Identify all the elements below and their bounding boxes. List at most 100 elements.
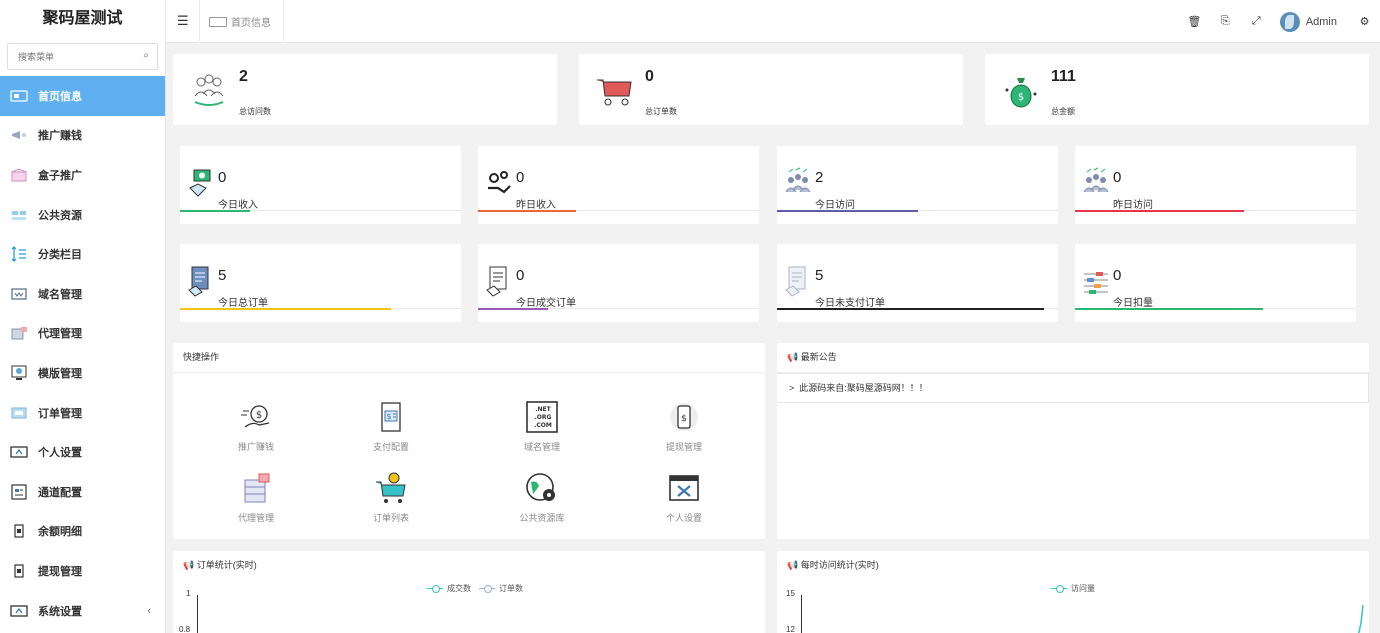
menu-toggle-icon[interactable]: ☰ [177, 13, 189, 29]
legend-marker[interactable] [479, 584, 495, 593]
sidebar-item-label: 订单管理 [38, 407, 82, 420]
cart-icon [597, 79, 632, 106]
sidebar-item-resources[interactable]: 公共资源 [0, 195, 165, 235]
stat-value: 0 [218, 169, 227, 186]
app-title: 聚码屋测试 [42, 10, 123, 27]
sidebar-item-label: 分类栏目 [38, 249, 82, 262]
sidebar-item-categories[interactable]: 分类栏目 [0, 234, 165, 274]
user-menu[interactable]: Admin [1272, 11, 1349, 32]
legend-marker[interactable] [427, 584, 443, 593]
notice-item[interactable]: > 此源码来自:聚码屋源码网！！！ [777, 373, 1369, 403]
quick-label: 个人设置 [665, 513, 702, 523]
stat-card-total-amount: $ 111 总金额 [985, 54, 1369, 125]
legend-label[interactable]: 订单数 [499, 583, 523, 594]
stat-value: 5 [218, 267, 227, 284]
quick-public-resources[interactable]: 公共资源库 [487, 472, 597, 524]
trash-icon[interactable]: 🗑 [1179, 15, 1210, 28]
quick-domain-manage[interactable]: .NET .ORG .COM 域名管理 [487, 401, 597, 453]
server-icon [244, 473, 270, 503]
phone-money-icon: $ [670, 403, 698, 431]
sidebar-item-label: 系统设置 [38, 605, 82, 618]
quick-withdraw-manage[interactable]: $ 提现管理 [629, 401, 739, 453]
stat-card-yesterday-income: 0 昨日收入 [478, 146, 759, 224]
stat-value: 111 [1051, 68, 1076, 85]
quick-actions-panel: 快捷操作 $ 推广赚钱 $ 支付配置 .NET .ORG .COM 域名管理 $… [173, 343, 765, 539]
legend-marker[interactable] [1051, 584, 1067, 593]
quick-payment-config[interactable]: $ 支付配置 [336, 401, 446, 453]
sidebar-item-promote[interactable]: 推广赚钱 [0, 116, 165, 156]
order-doc-icon [785, 266, 806, 297]
sidebar-item-orders[interactable]: 订单管理 [0, 393, 165, 433]
svg-text:.COM: .COM [534, 422, 552, 429]
chart-legend: 访问量 [1043, 583, 1095, 594]
stat-card-today-completed-orders: 0 今日成交订单 [478, 244, 759, 322]
fullscreen-icon[interactable]: ⤢ [1241, 15, 1272, 28]
tab-home[interactable]: 首页信息 [199, 0, 284, 43]
sidebar-item-profile[interactable]: 个人设置 [0, 432, 165, 472]
stat-card-today-visits: 2 今日访问 [777, 146, 1058, 224]
y-tick: 15 [786, 589, 795, 598]
settings-gear-icon[interactable]: ⚙ [1349, 15, 1380, 28]
search-icon[interactable]: ⌕ [143, 50, 149, 61]
stat-label: 今日收入 [218, 200, 258, 211]
y-tick: 0.8 [179, 625, 191, 633]
sidebar-item-balance[interactable]: 余额明细 [0, 512, 165, 552]
y-tick: 1 [186, 589, 191, 598]
sidebar-item-label: 通道配置 [38, 486, 82, 499]
sliders-icon [1084, 272, 1108, 294]
tools-window-icon [669, 475, 699, 501]
collapse-arrow-icon[interactable]: ‹ [147, 605, 151, 617]
sidebar-item-withdraw[interactable]: 提现管理 [0, 551, 165, 591]
svg-text:$: $ [386, 412, 391, 421]
top-header: ☰ 首页信息 🗑 ⎘ ⤢ Admin ⚙ [166, 0, 1380, 43]
quick-order-list[interactable]: 订单列表 [336, 472, 446, 524]
quick-promote[interactable]: $ 推广赚钱 [201, 401, 311, 453]
sidebar-item-agents[interactable]: 代理管理 [0, 314, 165, 354]
stat-card-total-orders: 0 总订单数 [579, 54, 963, 125]
notice-text: 此源码来自:聚码屋源码网！！！ [799, 383, 928, 393]
svg-text:.NET: .NET [535, 406, 551, 413]
quick-label: 推广赚钱 [237, 442, 274, 452]
stat-value: 2 [239, 68, 248, 85]
menu-search[interactable]: ⌕ [7, 43, 158, 70]
stat-card-today-unpaid-orders: 5 今日未支付订单 [777, 244, 1058, 322]
sidebar-item-label: 盒子推广 [38, 169, 82, 182]
progress-bar [777, 210, 918, 212]
legend-label[interactable]: 成交数 [447, 583, 471, 594]
stat-card-today-income: 0 今日收入 [180, 146, 461, 224]
order-doc-icon [188, 266, 209, 297]
sidebar-item-label: 域名管理 [38, 288, 82, 301]
panel-title: 每时访问统计(实时) [800, 560, 879, 570]
quick-personal-settings[interactable]: 个人设置 [629, 472, 739, 524]
search-input[interactable] [8, 44, 157, 69]
sidebar-item-channels[interactable]: 通道配置 [0, 472, 165, 512]
person-settings-icon [10, 445, 28, 459]
sidebar-item-home[interactable]: 首页信息 [0, 76, 165, 116]
sidebar-item-system[interactable]: 系统设置 ‹ [0, 591, 165, 631]
quick-label: 公共资源库 [519, 513, 565, 523]
stat-value: 2 [815, 169, 824, 186]
stat-label: 总访问数 [239, 107, 271, 116]
stat-card-yesterday-visits: 0 昨日访问 [1075, 146, 1356, 224]
tab-label: 首页信息 [231, 18, 271, 29]
income-hand-icon [189, 169, 211, 197]
sidebar-item-templates[interactable]: 模版管理 [0, 353, 165, 393]
sort-icon [10, 246, 28, 263]
stat-value: 0 [516, 169, 525, 186]
stat-label: 昨日收入 [516, 200, 556, 211]
system-settings-icon [10, 604, 28, 618]
visitors-icon [194, 74, 224, 106]
stat-value: 0 [1113, 267, 1122, 284]
stat-label: 今日未支付订单 [815, 298, 885, 309]
home-card-icon [10, 89, 28, 103]
panel-title: 快捷操作 [173, 343, 765, 373]
sidebar-item-box-promo[interactable]: 盒子推广 [0, 155, 165, 195]
agent-icon [10, 326, 28, 340]
progress-bar [478, 308, 549, 310]
sidebar-item-domains[interactable]: 域名管理 [0, 274, 165, 314]
legend-label[interactable]: 访问量 [1071, 583, 1095, 594]
translate-icon[interactable]: ⎘ [1210, 15, 1241, 28]
orders-chart-panel: 📢 订单统计(实时) 成交数 订单数 1 0.8 [173, 551, 765, 633]
megaphone-icon: 📢 [183, 560, 197, 570]
quick-agent-manage[interactable]: 代理管理 [201, 472, 311, 524]
